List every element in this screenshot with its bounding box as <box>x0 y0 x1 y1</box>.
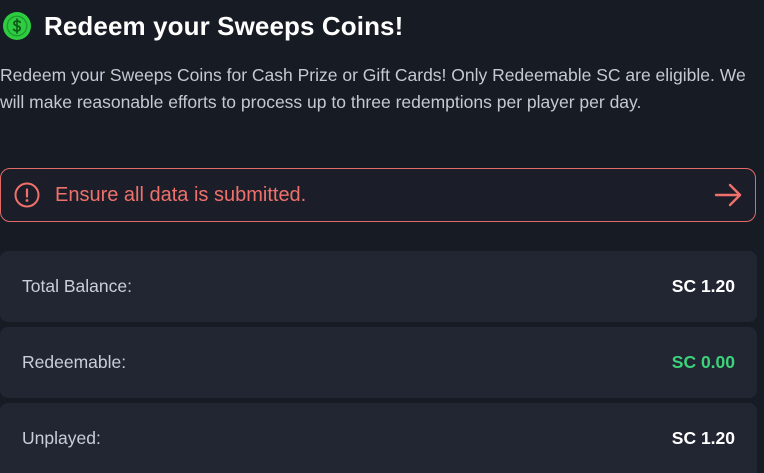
redeem-panel: Redeem your Sweeps Coins! Redeem your Sw… <box>0 0 764 473</box>
unplayed-row: Unplayed: SC 1.20 <box>0 403 757 473</box>
page-title: Redeem your Sweeps Coins! <box>44 10 404 41</box>
redeemable-row: Redeemable: SC 0.00 <box>0 327 757 398</box>
unplayed-value: SC 1.20 <box>671 428 735 448</box>
arrow-right-icon[interactable] <box>713 180 743 210</box>
total-balance-value: SC 1.20 <box>671 276 735 296</box>
alert-message: Ensure all data is submitted. <box>55 183 307 206</box>
dollar-coin-icon <box>2 11 32 41</box>
redeemable-value: SC 0.00 <box>671 352 735 372</box>
total-balance-row: Total Balance: SC 1.20 <box>0 251 757 322</box>
header: Redeem your Sweeps Coins! <box>2 8 403 44</box>
redeemable-label: Redeemable: <box>22 352 127 372</box>
unplayed-label: Unplayed: <box>22 428 101 448</box>
total-balance-label: Total Balance: <box>22 276 132 296</box>
redeem-description: Redeem your Sweeps Coins for Cash Prize … <box>0 65 746 112</box>
submission-alert[interactable]: Ensure all data is submitted. <box>0 168 756 222</box>
info-circle-icon <box>13 181 41 209</box>
